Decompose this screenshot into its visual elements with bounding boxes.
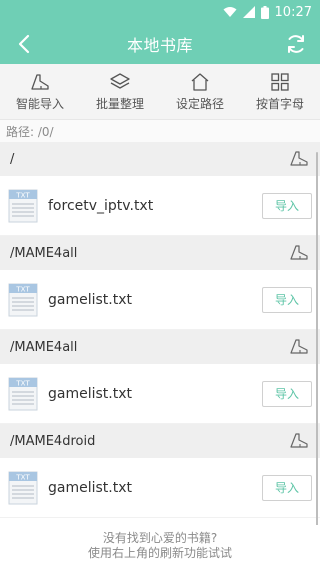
- import-folder-icon[interactable]: [288, 150, 310, 168]
- hint-line-1: 没有找到心爱的书籍?: [102, 531, 218, 545]
- section-header: /MAME4droid: [0, 424, 320, 458]
- wifi-icon: [223, 6, 237, 18]
- svg-text:TXT: TXT: [15, 191, 30, 199]
- file-row[interactable]: TXT gamelist.txt 导入: [0, 364, 320, 424]
- batch-organize-label: 批量整理: [95, 96, 144, 111]
- file-row[interactable]: TXT forcetv_iptv.txt 导入: [0, 176, 320, 236]
- batch-organize-button[interactable]: 批量整理: [80, 64, 160, 119]
- import-button[interactable]: 导入: [262, 192, 312, 219]
- toolbar: 智能导入 批量整理 设定路径 按首字母: [0, 64, 320, 120]
- set-path-label: 设定路径: [175, 96, 224, 111]
- grid-icon: [271, 72, 289, 91]
- hint-line-2: 使用右上角的刷新功能试试: [87, 546, 232, 560]
- by-initial-label: 按首字母: [255, 96, 304, 111]
- battery-icon: [260, 5, 269, 19]
- section-header: /MAME4all: [0, 330, 320, 364]
- file-name: gamelist.txt: [48, 385, 132, 402]
- back-arrow-icon: [18, 34, 30, 54]
- directory-label: /: [10, 151, 15, 167]
- smart-import-label: 智能导入: [15, 96, 64, 111]
- txt-file-icon: TXT: [8, 377, 38, 411]
- file-name: gamelist.txt: [48, 291, 132, 308]
- section-header: /MAME4all: [0, 236, 320, 270]
- refresh-icon: [287, 35, 304, 53]
- file-name: gamelist.txt: [48, 479, 132, 496]
- svg-text:TXT: TXT: [15, 285, 30, 293]
- file-row[interactable]: TXT gamelist.txt 导入: [0, 458, 320, 518]
- import-folder-icon[interactable]: [288, 244, 310, 262]
- app-bar: 本地书库: [0, 24, 320, 64]
- file-name: forcetv_iptv.txt: [48, 197, 154, 214]
- import-button[interactable]: 导入: [262, 474, 312, 501]
- section-0: / TXT forcetv_iptv.txt 导入: [0, 142, 320, 236]
- refresh-button[interactable]: [280, 28, 312, 60]
- directory-label: /MAME4droid: [10, 433, 96, 449]
- path-label: 路径: /0/: [0, 120, 320, 142]
- import-button[interactable]: 导入: [262, 286, 312, 313]
- shoe-import-icon: [31, 73, 49, 90]
- smart-import-button[interactable]: 智能导入: [0, 64, 80, 119]
- import-folder-icon[interactable]: [288, 432, 310, 450]
- svg-text:TXT: TXT: [15, 379, 30, 387]
- page-title: 本地书库: [126, 36, 193, 55]
- signal-icon: [242, 6, 255, 18]
- status-bar: 10:27: [0, 0, 320, 24]
- import-folder-icon[interactable]: [288, 338, 310, 356]
- directory-label: /MAME4all: [10, 245, 78, 261]
- home-icon: [191, 72, 209, 91]
- txt-file-icon: TXT: [8, 283, 38, 317]
- back-button[interactable]: [8, 28, 40, 60]
- section-1: /MAME4all TXT gamelist.txt 导入: [0, 236, 320, 330]
- section-3: /MAME4droid TXT gamelist.txt 导入: [0, 424, 320, 518]
- bottom-hint: 没有找到心爱的书籍? 使用右上角的刷新功能试试: [0, 525, 320, 569]
- by-initial-button[interactable]: 按首字母: [240, 64, 320, 119]
- layers-icon: [110, 72, 130, 89]
- txt-file-icon: TXT: [8, 189, 38, 223]
- txt-file-icon: TXT: [8, 471, 38, 505]
- file-row[interactable]: TXT gamelist.txt 导入: [0, 270, 320, 330]
- svg-text:TXT: TXT: [15, 473, 30, 481]
- status-time: 10:27: [274, 4, 312, 20]
- set-path-button[interactable]: 设定路径: [160, 64, 240, 119]
- directory-label: /MAME4all: [10, 339, 78, 355]
- section-2: /MAME4all TXT gamelist.txt 导入: [0, 330, 320, 424]
- section-header: /: [0, 142, 320, 176]
- import-button[interactable]: 导入: [262, 380, 312, 407]
- scrollbar[interactable]: [316, 152, 318, 532]
